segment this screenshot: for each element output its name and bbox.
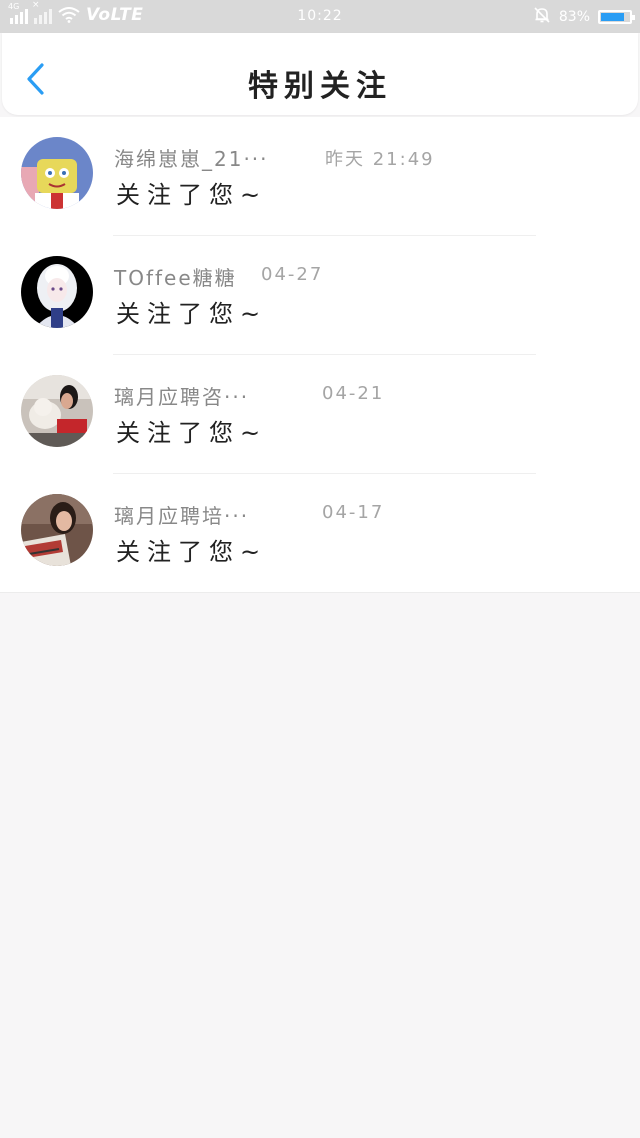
item-time: 04-17 (322, 502, 385, 523)
avatar[interactable] (21, 256, 93, 328)
item-message: 关注了您~ (116, 538, 268, 566)
list-item[interactable]: TOffee糖糖 04-27 关注了您~ (0, 236, 640, 355)
notification-list: 海绵崽崽_21··· 昨天 21:49 关注了您~ TOffee糖糖 04-27… (0, 117, 640, 593)
divider (0, 592, 640, 593)
item-time: 04-21 (322, 383, 385, 404)
item-name: 璃月应聘咨··· (114, 385, 250, 409)
page-title: 特别关注 (248, 69, 392, 104)
item-message: 关注了您~ (116, 300, 268, 328)
status-bar: 4G × VoLTE 10:22 83% (0, 0, 640, 33)
list-item[interactable]: 海绵崽崽_21··· 昨天 21:49 关注了您~ (0, 117, 640, 236)
item-time: 04-27 (261, 264, 324, 285)
battery-percent: 83% (558, 9, 590, 25)
item-message: 关注了您~ (116, 419, 268, 447)
list-item[interactable]: 璃月应聘咨··· 04-21 关注了您~ (0, 355, 640, 474)
battery-icon (598, 10, 635, 24)
list-item[interactable]: 璃月应聘培··· 04-17 关注了您~ (0, 474, 640, 593)
avatar[interactable] (21, 494, 93, 566)
avatar[interactable] (21, 137, 93, 209)
item-name: 海绵崽崽_21··· (114, 147, 269, 171)
item-time: 昨天 21:49 (325, 149, 435, 170)
header: 特别关注 (2, 33, 638, 115)
bell-muted-icon (533, 6, 551, 28)
avatar[interactable] (21, 375, 93, 447)
battery-level (601, 13, 625, 21)
item-message: 关注了您~ (116, 181, 268, 209)
item-name: 璃月应聘培··· (114, 504, 250, 528)
item-name: TOffee糖糖 (114, 266, 237, 290)
